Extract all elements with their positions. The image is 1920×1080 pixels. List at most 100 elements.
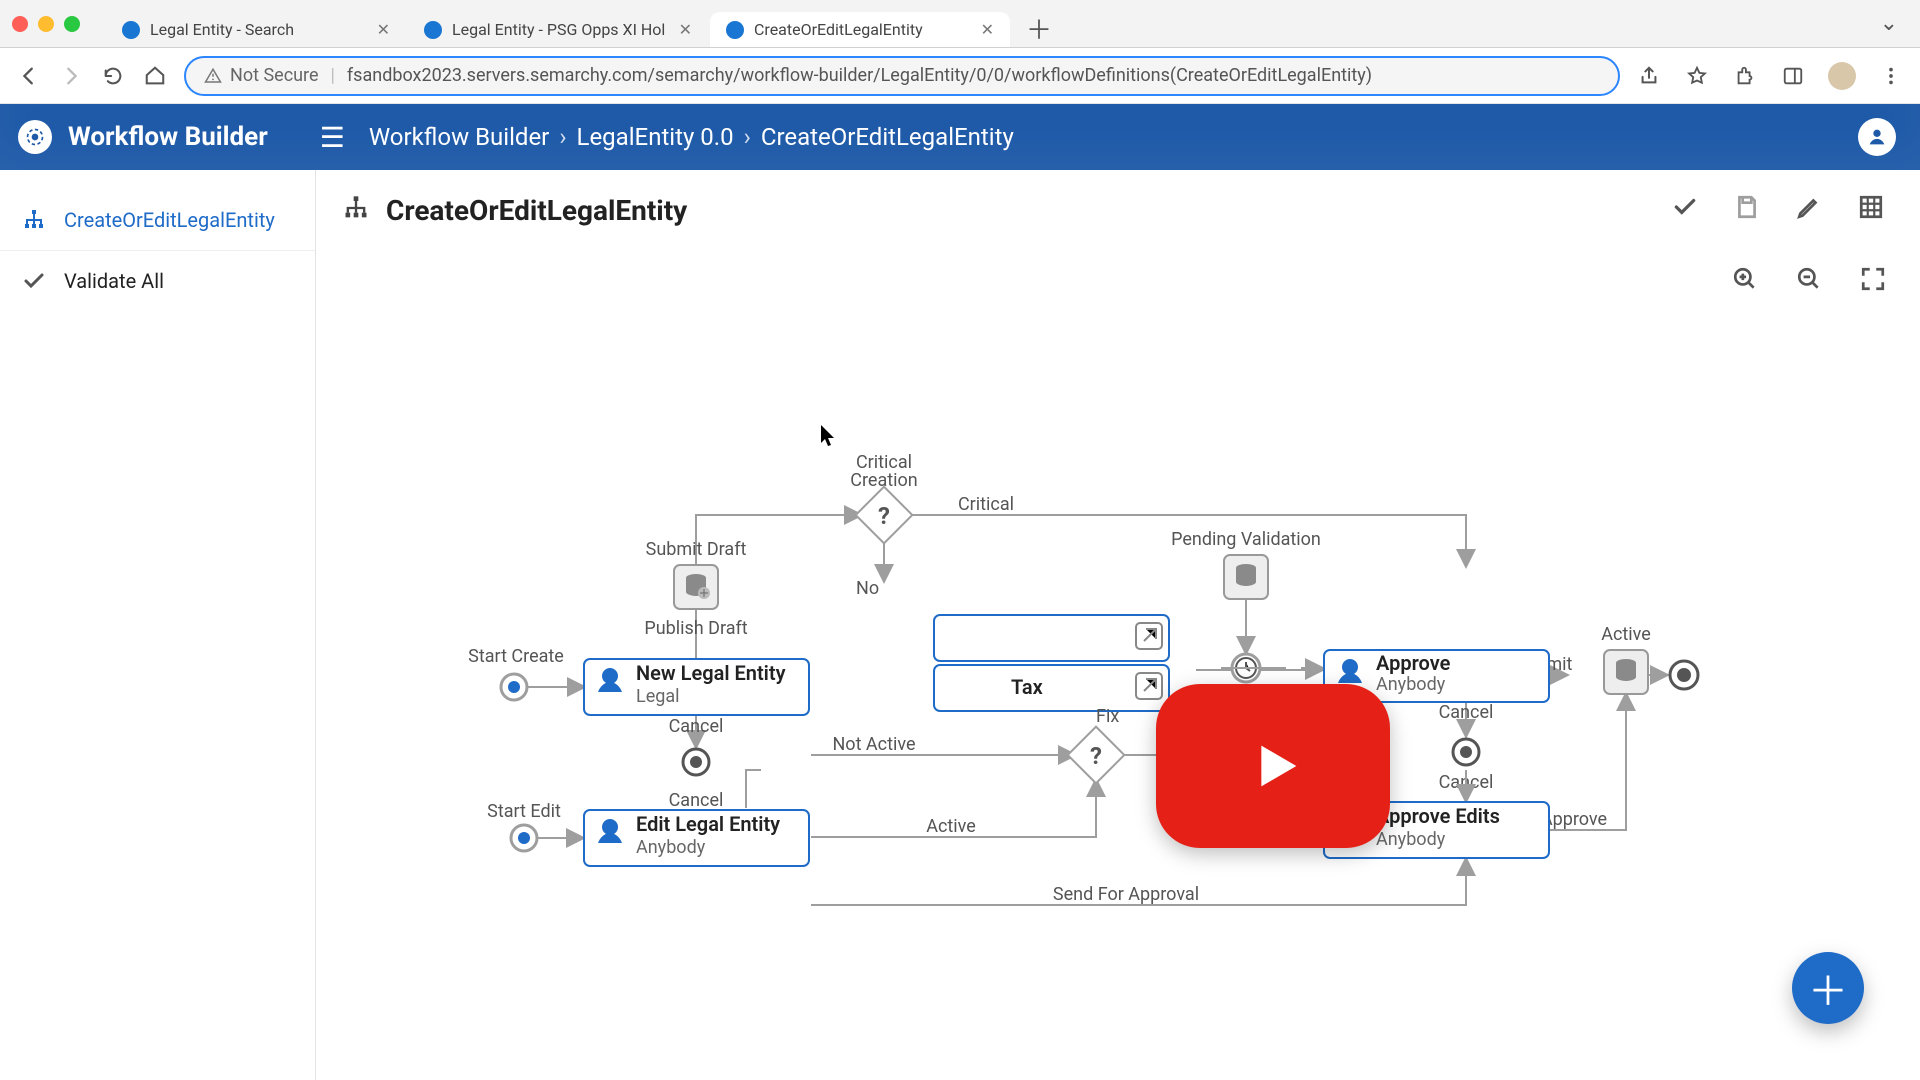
breadcrumb-item[interactable]: CreateOrEditLegalEntity bbox=[761, 123, 1014, 151]
panel-icon bbox=[1782, 65, 1804, 87]
task-title: Tax bbox=[1011, 675, 1043, 699]
edge-label: Not Active bbox=[832, 734, 915, 755]
sidebar-item-label: CreateOrEditLegalEntity bbox=[64, 208, 275, 232]
svg-text:?: ? bbox=[878, 502, 890, 530]
check-icon bbox=[22, 269, 46, 293]
workflow-canvas[interactable]: Critical No Cancel Cancel Active Not Act… bbox=[316, 170, 1920, 1080]
window-zoom-icon[interactable] bbox=[64, 16, 80, 32]
toolbar-right bbox=[1636, 62, 1904, 90]
window-controls bbox=[12, 16, 90, 32]
warning-icon bbox=[204, 67, 222, 85]
star-icon bbox=[1686, 65, 1708, 87]
brand-logo-icon bbox=[18, 120, 52, 154]
url-text: fsandbox2023.servers.semarchy.com/semarc… bbox=[347, 65, 1372, 86]
extensions-button[interactable] bbox=[1732, 63, 1758, 89]
profile-avatar[interactable] bbox=[1828, 62, 1856, 90]
arrow-left-icon bbox=[18, 65, 40, 87]
edge-label: Cancel bbox=[1439, 702, 1494, 723]
play-icon bbox=[1238, 731, 1308, 801]
plus-icon: ＋ bbox=[1808, 959, 1848, 1017]
svg-text:?: ? bbox=[1090, 742, 1102, 770]
edge-label: Approve bbox=[1541, 809, 1607, 830]
tab-overflow-icon[interactable]: ⌄ bbox=[1880, 11, 1908, 36]
security-chip[interactable]: Not Secure bbox=[204, 65, 319, 86]
edge-label: No bbox=[856, 578, 879, 599]
sidebar-item-workflow[interactable]: CreateOrEditLegalEntity bbox=[0, 194, 315, 246]
puzzle-icon bbox=[1734, 65, 1756, 87]
service-label: Submit Draft bbox=[646, 539, 747, 560]
start-create-label: Start Create bbox=[468, 646, 564, 667]
breadcrumb-item[interactable]: Workflow Builder bbox=[369, 123, 549, 151]
brand-name: Workflow Builder bbox=[68, 122, 268, 152]
user-avatar[interactable] bbox=[1858, 118, 1896, 156]
sidebar-item-label: Validate All bbox=[64, 269, 164, 293]
gateway-label: Fix bbox=[1096, 706, 1119, 727]
tab-close-icon[interactable]: ✕ bbox=[981, 20, 994, 39]
favicon-icon bbox=[726, 21, 744, 39]
menu-button[interactable]: ☰ bbox=[320, 121, 345, 154]
task-tax[interactable]: Tax bbox=[934, 665, 1169, 711]
task-sub: Anybody bbox=[636, 837, 706, 858]
edge-label: Cancel bbox=[669, 716, 724, 737]
window-close-icon[interactable] bbox=[12, 16, 28, 32]
browser-menu-button[interactable] bbox=[1878, 63, 1904, 89]
app-header: Workflow Builder ☰ Workflow Builder › Le… bbox=[0, 104, 1920, 170]
window-minimize-icon[interactable] bbox=[38, 16, 54, 32]
kebab-icon bbox=[1880, 65, 1902, 87]
tree-icon bbox=[22, 208, 46, 232]
divider bbox=[0, 250, 315, 251]
security-label: Not Secure bbox=[230, 65, 319, 86]
service-label: Publish Draft bbox=[644, 618, 747, 639]
breadcrumb: Workflow Builder › LegalEntity 0.0 › Cre… bbox=[369, 123, 1014, 151]
task-title: Edit Legal Entity bbox=[636, 812, 780, 836]
task-sub: Legal bbox=[636, 686, 680, 707]
arrow-right-icon bbox=[60, 65, 82, 87]
main-area: CreateOrEditLegalEntity Validate All Cre… bbox=[0, 170, 1920, 1080]
reload-button[interactable] bbox=[100, 63, 126, 89]
home-icon bbox=[144, 65, 166, 87]
browser-tab-strip: Legal Entity - Search ✕ Legal Entity - P… bbox=[0, 0, 1920, 48]
chevron-right-icon: › bbox=[559, 123, 566, 151]
task-title: Approve bbox=[1376, 651, 1451, 675]
task-new-legal-entity[interactable]: New Legal Entity Legal bbox=[584, 659, 809, 715]
edge-label: Cancel bbox=[669, 790, 724, 811]
browser-tab-3[interactable]: CreateOrEditLegalEntity ✕ bbox=[710, 12, 1010, 47]
browser-toolbar: Not Secure | fsandbox2023.servers.semarc… bbox=[0, 48, 1920, 104]
person-icon bbox=[1866, 126, 1888, 148]
tabs-container: Legal Entity - Search ✕ Legal Entity - P… bbox=[106, 0, 1864, 47]
tab-title: Legal Entity - Search bbox=[150, 20, 367, 39]
task-sub: Anybody bbox=[1376, 674, 1446, 695]
video-play-button[interactable] bbox=[1156, 684, 1390, 848]
side-panel-button[interactable] bbox=[1780, 63, 1806, 89]
task-edit-legal-entity[interactable]: Edit Legal Entity Anybody bbox=[584, 810, 809, 866]
breadcrumb-item[interactable]: LegalEntity 0.0 bbox=[577, 123, 734, 151]
share-icon bbox=[1638, 65, 1660, 87]
forward-button[interactable] bbox=[58, 63, 84, 89]
tab-close-icon[interactable]: ✕ bbox=[679, 20, 692, 39]
edge-label: Active bbox=[926, 816, 976, 837]
tab-title: CreateOrEditLegalEntity bbox=[754, 20, 971, 39]
add-fab-button[interactable]: ＋ bbox=[1792, 952, 1864, 1024]
task-title: New Legal Entity bbox=[636, 661, 786, 685]
service-label: Pending Validation bbox=[1171, 529, 1321, 550]
back-button[interactable] bbox=[16, 63, 42, 89]
reload-icon bbox=[102, 65, 124, 87]
tab-title: Legal Entity - PSG Opps XI Hol bbox=[452, 20, 669, 39]
favicon-icon bbox=[122, 21, 140, 39]
mouse-cursor-icon bbox=[821, 425, 834, 446]
browser-tab-1[interactable]: Legal Entity - Search ✕ bbox=[106, 12, 406, 47]
sidebar-item-validate-all[interactable]: Validate All bbox=[0, 255, 315, 307]
favicon-icon bbox=[424, 21, 442, 39]
sidebar: CreateOrEditLegalEntity Validate All bbox=[0, 170, 316, 1080]
browser-tab-2[interactable]: Legal Entity - PSG Opps XI Hol ✕ bbox=[408, 12, 708, 47]
new-tab-button[interactable]: ＋ bbox=[1012, 10, 1066, 47]
share-button[interactable] bbox=[1636, 63, 1662, 89]
start-edit-label: Start Edit bbox=[487, 801, 561, 822]
canvas-panel: CreateOrEditLegalEntity bbox=[316, 170, 1920, 1080]
tab-close-icon[interactable]: ✕ bbox=[377, 20, 390, 39]
address-bar[interactable]: Not Secure | fsandbox2023.servers.semarc… bbox=[184, 56, 1620, 96]
home-button[interactable] bbox=[142, 63, 168, 89]
task-open-link[interactable] bbox=[934, 615, 1169, 661]
chevron-right-icon: › bbox=[744, 123, 751, 151]
bookmark-button[interactable] bbox=[1684, 63, 1710, 89]
